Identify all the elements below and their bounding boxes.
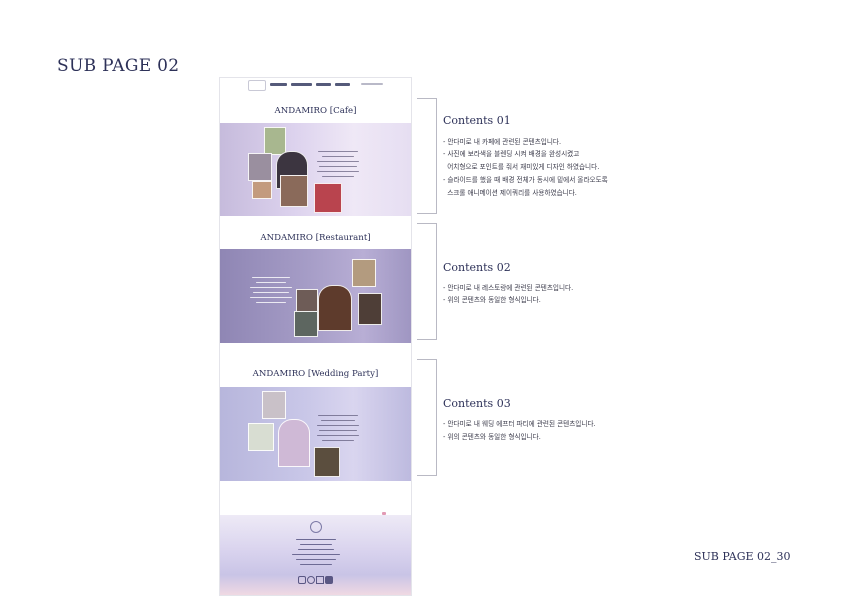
text-line [252, 277, 290, 279]
contents-02-line: - 위의 콘텐츠와 동일한 형식입니다. [443, 296, 541, 304]
text-line [322, 156, 354, 158]
mockup-footer [220, 515, 411, 595]
contents-01-line: 어치형으로 포인트를 줘서 재미있게 디자인 하였습니다. [443, 163, 600, 171]
footer-text-line [292, 554, 340, 556]
section-title-cafe: ANDAMIRO [Cafe] [274, 106, 357, 116]
footer-text-line [298, 549, 334, 551]
bracket-contents-01 [417, 98, 437, 214]
text-line [256, 302, 286, 304]
contents-03-title: Contents 03 [443, 397, 511, 410]
text-line [321, 420, 355, 422]
text-line [322, 176, 354, 178]
contents-01-line: - 사진에 보라색을 블렌딩 시켜 배경을 완성시켰고 [443, 150, 580, 158]
text-line [318, 415, 358, 417]
photo [352, 259, 376, 287]
text-line [318, 151, 358, 153]
text-line [250, 297, 292, 299]
text-line [250, 287, 292, 289]
contents-02-line: - 안다미로 내 레스토랑에 관련된 콘텐츠입니다. [443, 284, 574, 292]
restaurant-band [220, 249, 411, 343]
text-line [319, 430, 357, 432]
contents-02-title: Contents 02 [443, 261, 511, 274]
text-line [317, 161, 359, 163]
page-number: SUB PAGE 02_30 [694, 550, 791, 563]
text-line [319, 166, 357, 168]
photo [358, 293, 382, 325]
text-line [322, 440, 354, 442]
decorative-dot [382, 512, 386, 515]
photo [314, 183, 342, 213]
photo [248, 423, 274, 451]
section-title-restaurant: ANDAMIRO [Restaurant] [260, 233, 371, 243]
footer-text-line [300, 544, 332, 546]
bracket-contents-02 [417, 223, 437, 340]
instagram-icon[interactable] [298, 576, 306, 584]
photo [280, 175, 308, 207]
text-line [317, 435, 359, 437]
page-heading: SUB PAGE 02 [57, 56, 180, 76]
photo [294, 311, 318, 337]
mail-icon[interactable] [316, 576, 324, 584]
mockup-logo[interactable] [248, 80, 266, 91]
footer-text-line [300, 564, 332, 566]
section-title-wedding: ANDAMIRO [Wedding Party] [252, 369, 379, 379]
text-line [317, 425, 359, 427]
contents-01-line: - 슬라이드를 했을 때 배경 전체가 동시에 밑에서 올라오도록 [443, 176, 608, 184]
photo [252, 181, 272, 199]
photo [314, 447, 340, 477]
contents-03-line: - 위의 콘텐츠와 동일한 형식입니다. [443, 433, 541, 441]
website-mockup: ANDAMIRO [Cafe] ANDAMIRO [Restaurant] AN… [219, 77, 412, 596]
photo [248, 153, 272, 181]
cafe-band [220, 123, 411, 216]
photo-arch [278, 419, 310, 467]
photo [262, 391, 286, 419]
nav-item[interactable] [270, 83, 287, 86]
footer-text-line [296, 539, 336, 541]
text-line [317, 171, 359, 173]
contents-03-line: - 안다미로 내 웨딩 에프터 파티에 관련된 콘텐츠입니다. [443, 420, 596, 428]
contents-01-title: Contents 01 [443, 114, 511, 127]
nav-item[interactable] [291, 83, 312, 86]
footer-text-line [296, 559, 336, 561]
twitter-icon[interactable] [307, 576, 315, 584]
bracket-contents-03 [417, 359, 437, 476]
contents-01-line: - 안다미로 내 카페에 관련된 콘텐츠입니다. [443, 138, 562, 146]
facebook-icon[interactable] [325, 576, 333, 584]
nav-item[interactable] [316, 83, 331, 86]
nav-item[interactable] [335, 83, 350, 86]
nav-language[interactable] [361, 83, 383, 85]
contents-01-line: 스크롤 애니메이션 제이쿼리를 사용하였습니다. [443, 189, 577, 197]
photo-arch [318, 285, 352, 331]
mockup-navbar [220, 78, 411, 92]
text-line [253, 292, 289, 294]
photo [264, 127, 286, 155]
wedding-band [220, 387, 411, 481]
text-line [256, 282, 286, 284]
footer-logo [310, 521, 322, 533]
